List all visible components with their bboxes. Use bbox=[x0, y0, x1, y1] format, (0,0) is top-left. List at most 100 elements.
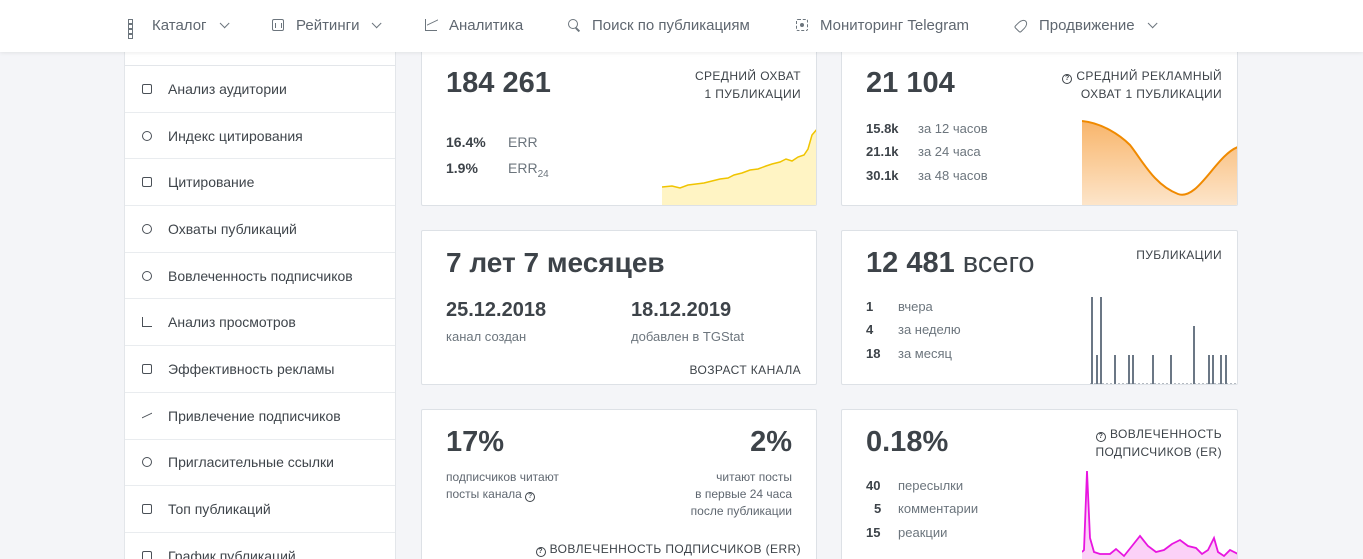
rocket-icon bbox=[1015, 19, 1027, 31]
caption-text: ВОВЛЕЧЕННОСТЬ bbox=[1109, 427, 1222, 441]
trend-icon bbox=[141, 410, 153, 422]
err-caption: ? ВОВЛЕЧЕННОСТЬ ПОДПИСЧИКОВ (ERR) bbox=[535, 540, 801, 558]
posts-caption: ПУБЛИКАЦИИ bbox=[1136, 248, 1222, 262]
posts-suffix: всего bbox=[962, 247, 1035, 279]
quote-icon bbox=[141, 176, 153, 188]
sidebar-item-schedule[interactable]: График публикаций bbox=[125, 533, 395, 559]
caption-line: 1 ПУБЛИКАЦИИ bbox=[704, 87, 801, 101]
sidebar-item-citations[interactable]: Цитирование bbox=[125, 159, 395, 207]
reach-card: 184 261 СРЕДНИЙ ОХВАТ 1 ПУБЛИКАЦИИ 16.4%… bbox=[421, 44, 817, 206]
sidebar-item-label: Пригласительные ссылки bbox=[168, 454, 334, 471]
top-navigation: Каталог Рейтинги Аналитика Поиск по публ… bbox=[0, 0, 1363, 52]
err24-label: ERR bbox=[508, 160, 538, 176]
sidebar-item-engagement[interactable]: Вовлеченность подписчиков bbox=[125, 253, 395, 300]
channel-age-card: 7 лет 7 месяцев 25.12.2018 канал создан … bbox=[421, 230, 817, 385]
er-sparkline bbox=[1082, 470, 1237, 559]
posts-row: 18 за месяц bbox=[866, 346, 952, 361]
chart-line-icon bbox=[425, 19, 437, 31]
nav-promotion-label: Продвижение bbox=[1039, 16, 1135, 34]
sidebar-item-top-posts[interactable]: Топ публикаций bbox=[125, 486, 395, 533]
sidebar-item-reach[interactable]: Охваты публикаций bbox=[125, 206, 395, 253]
help-icon[interactable]: ? bbox=[1062, 74, 1073, 84]
posts-card: 12 481 всего ПУБЛИКАЦИИ 1 вчера 4 за недел… bbox=[841, 230, 1238, 385]
ad-reach-value: 21 104 bbox=[866, 67, 955, 99]
nav-analytics-label: Аналитика bbox=[449, 16, 524, 34]
err-left-value: 17% bbox=[446, 426, 505, 458]
nav-catalog[interactable]: Каталог bbox=[128, 15, 230, 39]
age-value: 7 лет 7 месяцев bbox=[446, 247, 665, 278]
nav-catalog-label: Каталог bbox=[152, 16, 207, 34]
nav-analytics[interactable]: Аналитика bbox=[425, 15, 523, 35]
err-value: 16.4% bbox=[446, 134, 486, 150]
posts-row: 4 за неделю bbox=[866, 322, 961, 337]
text-line-label: посты канала bbox=[446, 487, 522, 501]
nav-search-posts[interactable]: Поиск по публикациям bbox=[568, 15, 750, 35]
sidebar-item-invite-links[interactable]: Пригласительные ссылки bbox=[125, 440, 395, 487]
ad-reach-row: 21.1k за 24 часа bbox=[866, 144, 981, 159]
text-line: подписчиков читают bbox=[446, 470, 559, 484]
text-line: после публикации bbox=[690, 504, 792, 518]
age-caption: ВОЗРАСТ КАНАЛА bbox=[689, 363, 801, 377]
sidebar-item-label: Индекс цитирования bbox=[168, 127, 303, 144]
caption-line: СРЕДНИЙ ОХВАТ bbox=[694, 69, 801, 83]
sidebar-item-citation-index[interactable]: Индекс цитирования bbox=[125, 113, 395, 160]
sidebar-item-views[interactable]: Анализ просмотров bbox=[125, 299, 395, 347]
err-left-text: подписчиков читают посты канала ? bbox=[446, 469, 559, 503]
nav-monitoring[interactable]: Мониторинг Telegram bbox=[796, 15, 969, 35]
posts-bar-chart bbox=[1090, 297, 1237, 384]
row-value: 18 bbox=[866, 346, 881, 361]
sidebar-item-audience[interactable]: Анализ аудитории bbox=[125, 66, 395, 113]
caption-line: ? ВОВЛЕЧЕННОСТЬ bbox=[1095, 425, 1222, 443]
row-label: за 24 часа bbox=[918, 144, 981, 159]
nav-search-posts-label: Поиск по публикациям bbox=[592, 16, 750, 34]
caption-line: ОХВАТ 1 ПУБЛИКАЦИИ bbox=[1080, 87, 1222, 101]
created-label: канал создан bbox=[446, 329, 527, 344]
err-stat: 16.4% ERR bbox=[446, 134, 538, 150]
sidebar-item-label: Топ публикаций bbox=[168, 501, 271, 518]
row-label: за неделю bbox=[898, 322, 961, 337]
nav-promotion[interactable]: Продвижение bbox=[1015, 15, 1158, 35]
row-value: 15.8k bbox=[866, 121, 899, 136]
help-icon[interactable]: ? bbox=[535, 547, 546, 557]
reach-caption: СРЕДНИЙ ОХВАТ 1 ПУБЛИКАЦИИ bbox=[695, 67, 801, 103]
err24-value: 1.9% bbox=[446, 160, 478, 176]
thumbs-up-icon bbox=[141, 503, 153, 515]
caption-line: ПОДПИСЧИКОВ (ER) bbox=[1095, 445, 1222, 459]
err24-subscript: 24 bbox=[537, 168, 549, 180]
sidebar-item-label: График публикаций bbox=[168, 547, 296, 559]
row-label: за 48 часов bbox=[918, 168, 988, 183]
help-icon[interactable]: ? bbox=[1095, 432, 1106, 442]
row-value: 40 bbox=[866, 478, 881, 493]
row-label: за месяц bbox=[898, 346, 952, 361]
text-line: читают посты bbox=[716, 470, 792, 484]
err24-stat: 1.9% ERR24 bbox=[446, 160, 549, 180]
chevron-down-icon bbox=[1147, 17, 1158, 28]
row-label: реакции bbox=[898, 525, 948, 540]
row-label: комментарии bbox=[898, 501, 979, 516]
heart-icon bbox=[141, 270, 153, 282]
er-value: 0.18% bbox=[866, 426, 949, 458]
created-date: 25.12.2018 bbox=[446, 299, 547, 321]
caption-text: СРЕДНИЙ РЕКЛАМНЫЙ bbox=[1076, 69, 1222, 83]
posts-row: 1 вчера bbox=[866, 299, 933, 314]
sidebar-item-label: Эффективность рекламы bbox=[168, 360, 335, 377]
nav-ratings[interactable]: Рейтинги bbox=[272, 15, 383, 35]
nav-monitoring-label: Мониторинг Telegram bbox=[820, 16, 970, 34]
caption-text: ВОВЛЕЧЕННОСТЬ ПОДПИСЧИКОВ (ERR) bbox=[549, 542, 801, 556]
row-value: 21.1k bbox=[866, 144, 899, 159]
ad-reach-caption: ? СРЕДНИЙ РЕКЛАМНЫЙ ОХВАТ 1 ПУБЛИКАЦИИ bbox=[1062, 67, 1222, 103]
er-caption: ? ВОВЛЕЧЕННОСТЬ ПОДПИСЧИКОВ (ER) bbox=[1095, 425, 1222, 461]
sidebar-item-ad-efficiency[interactable]: Эффективность рекламы bbox=[125, 346, 395, 393]
sidebar-item-label: Привлечение подписчиков bbox=[168, 407, 341, 424]
err-card: 17% подписчиков читают посты канала ? 2%… bbox=[421, 409, 817, 559]
row-label: за 12 часов bbox=[918, 121, 988, 136]
help-icon[interactable]: ? bbox=[525, 492, 536, 502]
er-row: 15 реакции bbox=[866, 525, 947, 540]
ad-reach-sparkline bbox=[1082, 120, 1237, 205]
err-right-text: читают посты в первые 24 часа после публ… bbox=[691, 469, 792, 520]
calendar-icon bbox=[141, 550, 153, 559]
sidebar-item-subscribers[interactable]: Привлечение подписчиков bbox=[125, 393, 395, 440]
ad-reach-row: 30.1k за 48 часов bbox=[866, 168, 988, 183]
row-value: 4 bbox=[866, 322, 874, 337]
row-value: 30.1k bbox=[866, 168, 899, 183]
